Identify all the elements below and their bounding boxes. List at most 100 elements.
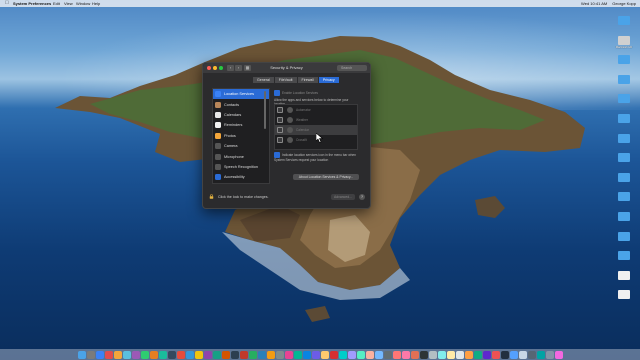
app-checkbox[interactable] (277, 117, 283, 123)
desktop-icon[interactable] (612, 151, 636, 171)
location-app-row[interactable]: Weather (275, 115, 357, 125)
dock-app-icon[interactable] (437, 350, 446, 359)
dock-app-icon[interactable] (383, 350, 392, 359)
sidebar-item-calendars[interactable]: Calendars (213, 110, 269, 120)
dock-app-icon[interactable] (329, 350, 338, 359)
dock-app-icon[interactable] (365, 350, 374, 359)
dock-app-icon[interactable] (374, 350, 383, 359)
desktop-icon[interactable] (612, 14, 636, 34)
dock-app-icon[interactable] (203, 350, 212, 359)
dock-app-icon[interactable] (482, 350, 491, 359)
dock-app-icon[interactable] (446, 350, 455, 359)
dock-app-icon[interactable] (455, 350, 464, 359)
dock-app-icon[interactable] (149, 350, 158, 359)
dock-app-icon[interactable] (266, 350, 275, 359)
dock-app-icon[interactable] (239, 350, 248, 359)
dock-app-icon[interactable] (212, 350, 221, 359)
dock-app-icon[interactable] (140, 350, 149, 359)
desktop-icon[interactable] (612, 249, 636, 269)
about-location-button[interactable]: About Location Services & Privacy... (293, 174, 359, 180)
dock-app-icon[interactable] (86, 350, 95, 359)
dock-app-icon[interactable] (419, 350, 428, 359)
menubar-user[interactable]: George Kopp (612, 0, 636, 7)
dock-app-icon[interactable] (194, 350, 203, 359)
desktop-icon[interactable] (612, 230, 636, 250)
desktop-icon[interactable] (612, 210, 636, 230)
dock-app-icon[interactable] (104, 350, 113, 359)
dock-app-icon[interactable] (356, 350, 365, 359)
dock-app-icon[interactable] (131, 350, 140, 359)
menubar-clock[interactable]: Wed 10:41 AM (581, 0, 607, 7)
dock-app-icon[interactable] (401, 350, 410, 359)
dock-app-icon[interactable] (500, 350, 509, 359)
search-input[interactable]: Search (337, 65, 367, 71)
dock-app-icon[interactable] (311, 350, 320, 359)
dock-app-icon[interactable] (464, 350, 473, 359)
app-menu-name[interactable]: System Preferences (13, 0, 51, 7)
dock-app-icon[interactable] (392, 350, 401, 359)
dock-app-icon[interactable] (509, 350, 518, 359)
app-checkbox[interactable] (277, 127, 283, 133)
dock-app-icon[interactable] (284, 350, 293, 359)
dock-app-icon[interactable] (122, 350, 131, 359)
sidebar-item-location-services[interactable]: Location Services (213, 89, 269, 100)
menu-window[interactable]: Window (76, 0, 90, 7)
dock-app-icon[interactable] (158, 350, 167, 359)
tab-privacy[interactable]: Privacy (318, 77, 340, 83)
dock-app-icon[interactable] (491, 350, 500, 359)
dock-app-icon[interactable] (293, 350, 302, 359)
dock-app-icon[interactable] (320, 350, 329, 359)
desktop-icon[interactable] (612, 288, 636, 308)
sidebar-item-camera[interactable]: Camera (213, 141, 269, 151)
sidebar-item-contacts[interactable]: Contacts (213, 99, 269, 109)
desktop-icon[interactable] (612, 112, 636, 132)
tab-general[interactable]: General (253, 77, 275, 83)
sidebar-item-accessibility[interactable]: Accessibility (213, 172, 269, 182)
desktop-icon[interactable]: Macintosh HD (612, 34, 636, 54)
dock-app-icon[interactable] (176, 350, 185, 359)
dock-app-icon[interactable] (347, 350, 356, 359)
app-checkbox[interactable] (277, 107, 283, 113)
dock-app-icon[interactable] (185, 350, 194, 359)
menu-view[interactable]: View (64, 0, 73, 7)
dock-app-icon[interactable] (95, 350, 104, 359)
app-checkbox[interactable] (277, 137, 283, 143)
dock-app-icon[interactable] (410, 350, 419, 359)
desktop-icon[interactable] (612, 190, 636, 210)
desktop-icon[interactable] (612, 269, 636, 289)
menu-help[interactable]: Help (92, 0, 100, 7)
dock-app-icon[interactable] (167, 350, 176, 359)
sidebar-scrollbar[interactable] (264, 91, 266, 129)
dock-app-icon[interactable] (473, 350, 482, 359)
help-button[interactable]: ? (359, 194, 365, 200)
sidebar-item-microphone[interactable]: Microphone (213, 151, 269, 161)
desktop-icon[interactable] (612, 53, 636, 73)
dock-app-icon[interactable] (545, 350, 554, 359)
dock-app-icon[interactable] (221, 350, 230, 359)
dock-app-icon[interactable] (248, 350, 257, 359)
title-bar[interactable]: ‹ › ▦ Security & Privacy Search (203, 63, 370, 73)
desktop-icon[interactable] (612, 132, 636, 152)
apple-menu-icon[interactable]:  (5, 0, 9, 7)
dock-app-icon[interactable] (77, 350, 86, 359)
dock-app-icon[interactable] (302, 350, 311, 359)
dock-app-icon[interactable] (230, 350, 239, 359)
desktop-icon[interactable] (612, 171, 636, 191)
sidebar-item-reminders[interactable]: Reminders (213, 120, 269, 130)
advanced-button[interactable]: Advanced... (331, 194, 355, 200)
sidebar-item-speech-recognition[interactable]: Speech Recognition (213, 162, 269, 172)
dock-app-icon[interactable] (518, 350, 527, 359)
desktop-icon[interactable] (612, 73, 636, 93)
dock-app-icon[interactable] (275, 350, 284, 359)
location-app-row[interactable]: Automator (275, 105, 357, 115)
dock-app-icon[interactable] (554, 350, 563, 359)
tab-firewall[interactable]: Firewall (297, 77, 319, 83)
enable-location-checkbox[interactable] (274, 90, 280, 96)
dock-app-icon[interactable] (338, 350, 347, 359)
menu-edit[interactable]: Edit (53, 0, 60, 7)
dock-app-icon[interactable] (536, 350, 545, 359)
dock-app-icon[interactable] (257, 350, 266, 359)
sidebar-item-photos[interactable]: Photos (213, 131, 269, 141)
desktop-icon[interactable] (612, 92, 636, 112)
dock-app-icon[interactable] (527, 350, 536, 359)
